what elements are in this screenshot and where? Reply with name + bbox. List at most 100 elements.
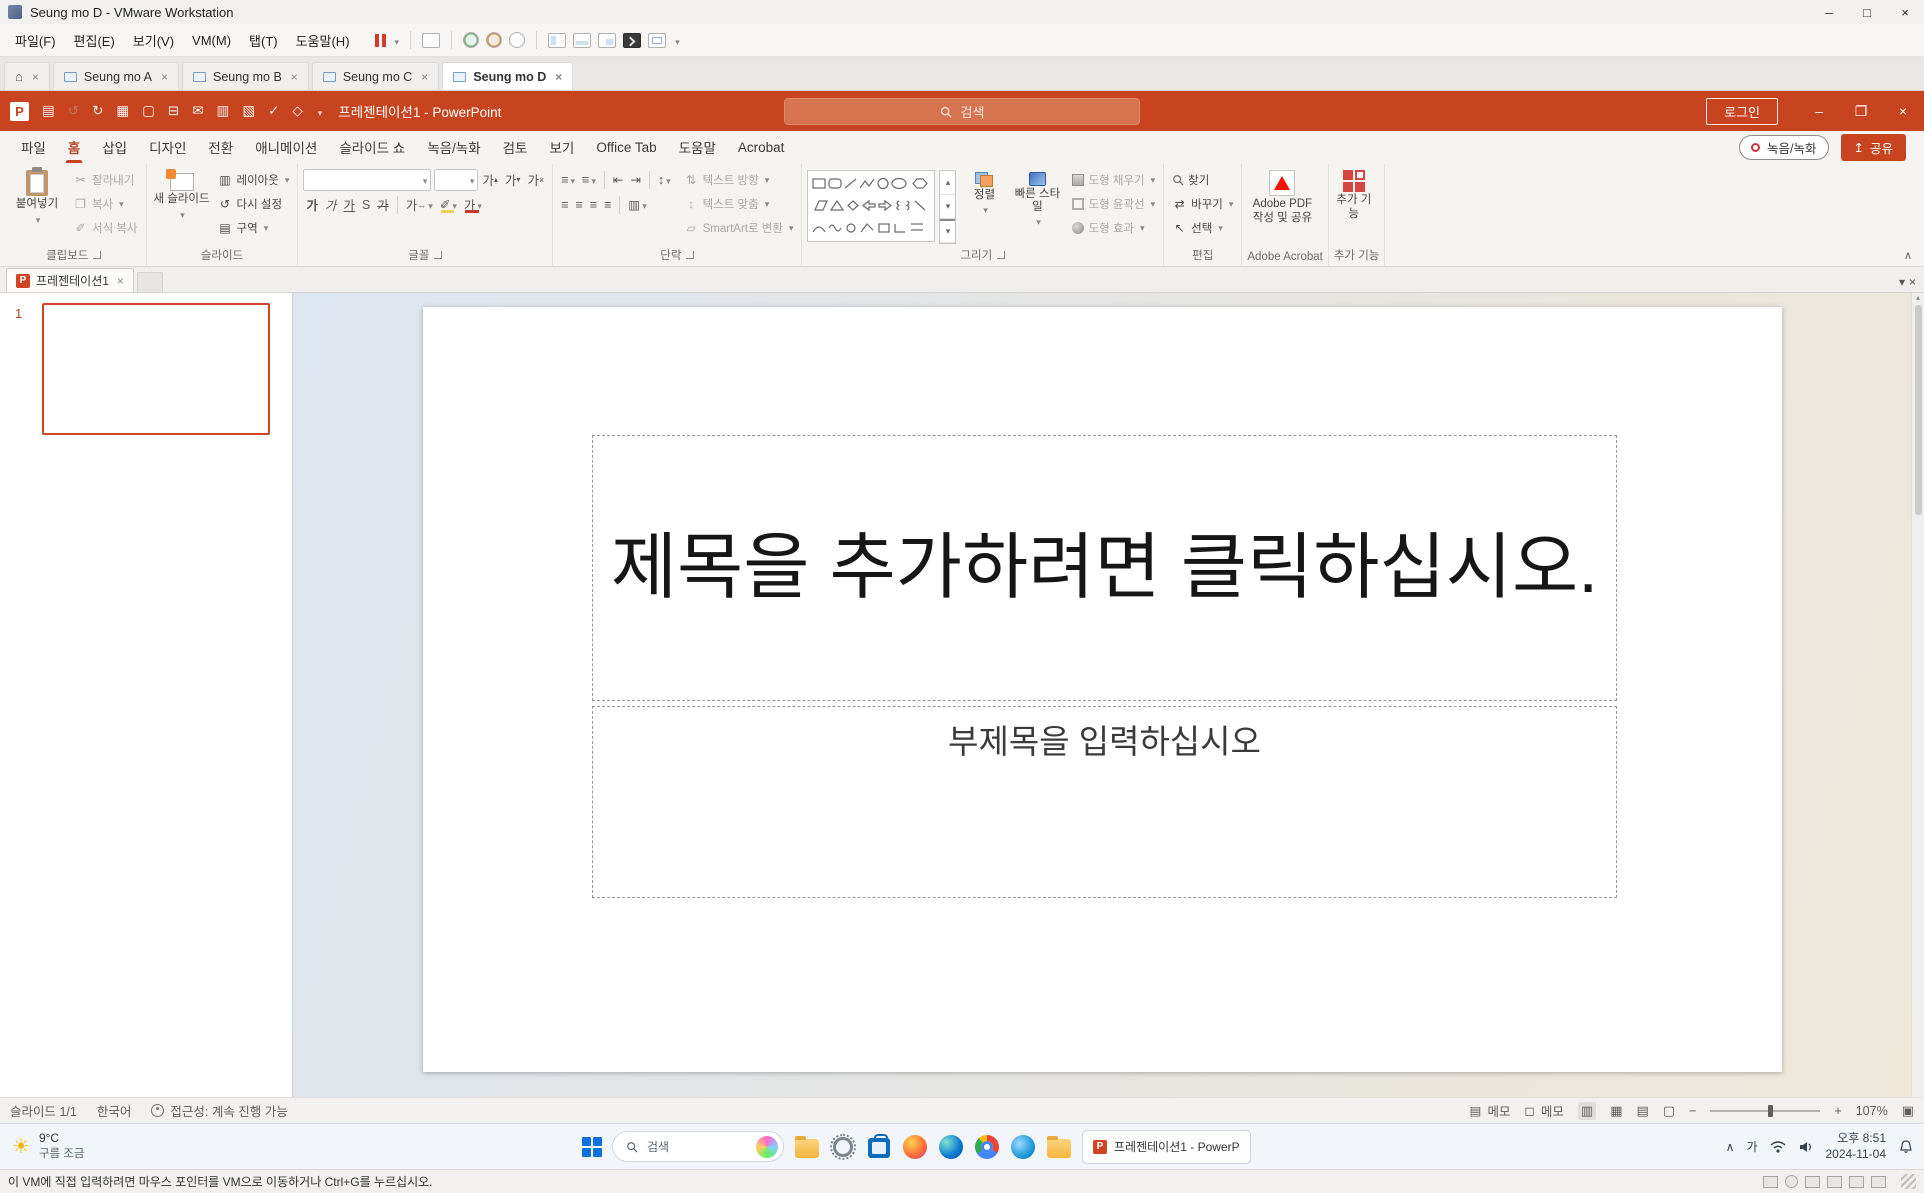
create-pdf-button[interactable]: Adobe PDF 작성 및 공유 [1247,167,1317,226]
vm-tab-seung-mo-b[interactable]: Seung mo B × [182,62,309,90]
vmware-menu-view[interactable]: 보기(V) [124,26,183,55]
vm-show-library-toggle[interactable] [548,33,566,48]
align-left-button[interactable]: ≡ [558,194,571,216]
replace-button[interactable]: ⇄바꾸기 [1169,193,1236,215]
tab-home[interactable]: 홈 [57,131,91,163]
settings-gear-icon[interactable] [830,1134,856,1160]
vm-terminal-icon[interactable] [623,33,641,48]
slideshow-button[interactable]: ▢ [1663,1103,1675,1119]
scroll-up-icon[interactable]: ▴ [1916,293,1920,302]
close-document-icon[interactable]: × [117,274,124,288]
zoom-level[interactable]: 107% [1856,1104,1888,1118]
tab-office-tab[interactable]: Office Tab [585,134,667,161]
vm-suspend-icon[interactable] [375,34,386,47]
bullets-button[interactable]: ≡ [558,169,578,191]
vm-revert-snapshot-icon[interactable] [486,32,502,48]
vm-tab-seung-mo-d[interactable]: Seung mo D × [442,62,573,90]
ppt-close-button[interactable]: × [1882,91,1924,131]
close-tab-icon[interactable]: × [291,70,298,84]
shapes-more-icon[interactable]: ▾ [940,219,955,243]
vmware-menu-help[interactable]: 도움말(H) [287,26,359,55]
tab-animations[interactable]: 애니메이션 [244,131,328,163]
vm-tab-seung-mo-a[interactable]: Seung mo A × [53,62,179,90]
vmware-menu-tabs[interactable]: 탭(T) [240,26,287,55]
tab-slideshow[interactable]: 슬라이드 쇼 [328,131,416,163]
vmware-menu-file[interactable]: 파일(F) [6,26,65,55]
scrollbar-thumb[interactable] [1915,305,1922,515]
cut-button[interactable]: ✂잘라내기 [70,169,141,191]
tab-file[interactable]: 파일 [10,131,57,163]
vm-console-view-toggle[interactable] [598,33,616,48]
new-document-icon[interactable]: ▢ [142,103,155,119]
decrease-font-size-button[interactable]: 가▾ [502,169,524,191]
accessibility-status[interactable]: 접근성: 계속 진행 가능 [151,1101,287,1120]
normal-view-button[interactable]: ▥ [1578,1102,1596,1120]
tab-review[interactable]: 검토 [492,131,539,163]
clear-formatting-button[interactable]: 가× [524,169,547,191]
grid-icon[interactable]: ▦ [116,103,129,119]
start-button[interactable] [582,1137,602,1157]
text-direction-button[interactable]: ⇅텍스트 방향 [681,169,797,191]
shapes-icon[interactable]: ◇ [292,103,302,119]
document-tab[interactable]: P 프레젠테이션1 × [6,268,134,292]
vertical-scrollbar[interactable]: ▴ [1911,293,1924,1097]
reading-view-button[interactable]: ▤ [1637,1103,1649,1119]
shape-fill-button[interactable]: 도형 채우기 [1069,169,1158,191]
share-button[interactable]: ↥ 공유 [1841,134,1907,161]
font-color-button[interactable]: 가 [461,194,485,216]
slide-thumbnail[interactable] [42,303,270,435]
search-highlight-icon[interactable] [756,1136,778,1158]
columns-button[interactable]: ▥ [625,194,649,216]
chrome-icon[interactable] [974,1134,1000,1160]
font-name-combo[interactable] [303,169,431,191]
vm-suspend-dropdown[interactable] [393,33,400,48]
zoom-slider-thumb[interactable] [1768,1105,1773,1117]
vmware-menu-edit[interactable]: 편집(E) [65,26,124,55]
decrease-indent-button[interactable]: ⇤ [610,169,626,191]
section-button[interactable]: ▤구역 [215,217,293,239]
shapes-gallery[interactable] [807,170,935,242]
increase-indent-button[interactable]: ⇥ [627,169,643,191]
vmware-close-button[interactable]: × [1886,0,1924,24]
vmware-maximize-button[interactable]: □ [1848,0,1886,24]
notes-button[interactable]: ▤메모 [1470,1101,1511,1120]
volume-icon[interactable] [1798,1140,1814,1154]
reset-button[interactable]: ↺다시 설정 [215,193,293,215]
file-explorer-icon[interactable] [794,1134,820,1160]
increase-font-size-button[interactable]: 가▴ [479,169,501,191]
taskbar-search-box[interactable]: 검색 [612,1131,784,1162]
justify-button[interactable]: ≡ [601,194,614,216]
line-spacing-button[interactable]: ↕ [655,169,674,191]
underline-button[interactable]: 가 [340,194,358,216]
ime-indicator[interactable]: 가 [1746,1138,1757,1155]
vm-tab-home[interactable]: ⌂ × [4,62,50,90]
collapse-ribbon-icon[interactable]: ∧ [1904,249,1912,262]
zoom-slider[interactable] [1710,1110,1820,1112]
more-commands-icon[interactable] [316,104,323,119]
text-shadow-button[interactable]: S [359,194,373,216]
align-center-button[interactable]: ≡ [573,194,586,216]
vmware-minimize-button[interactable]: – [1810,0,1848,24]
tab-record[interactable]: 녹음/녹화 [416,131,491,163]
shapes-scroll-down-icon[interactable]: ▾ [940,195,955,219]
slide-canvas[interactable]: 제목을 추가하려면 클릭하십시오. 부제목을 입력하십시오 [423,307,1782,1072]
zoom-out-button[interactable]: − [1689,1104,1696,1118]
sound-icon[interactable] [1849,1176,1864,1188]
usb-icon[interactable] [1827,1176,1842,1188]
firefox-icon[interactable] [902,1134,928,1160]
close-tab-icon[interactable]: × [161,70,168,84]
edge-icon[interactable] [938,1134,964,1160]
spelling-icon[interactable]: ✓ [268,103,279,119]
login-button[interactable]: 로그인 [1706,98,1778,125]
close-tab-icon[interactable]: × [32,70,39,84]
zoom-in-button[interactable]: + [1834,1104,1841,1118]
drawing-dialog-launcher-icon[interactable] [997,251,1005,259]
tab-acrobat[interactable]: Acrobat [727,134,796,161]
text-highlight-button[interactable]: ✐ [437,194,460,216]
addins-button[interactable]: 추가 기능 [1334,167,1374,222]
ppt-restore-button[interactable]: ❐ [1840,91,1882,131]
network-adapter-icon[interactable] [1805,1176,1820,1188]
shape-effects-button[interactable]: 도형 효과 [1069,217,1158,239]
paste-button[interactable]: 붙여넣기 [7,167,67,226]
fit-slide-button[interactable]: ▣ [1902,1103,1914,1119]
